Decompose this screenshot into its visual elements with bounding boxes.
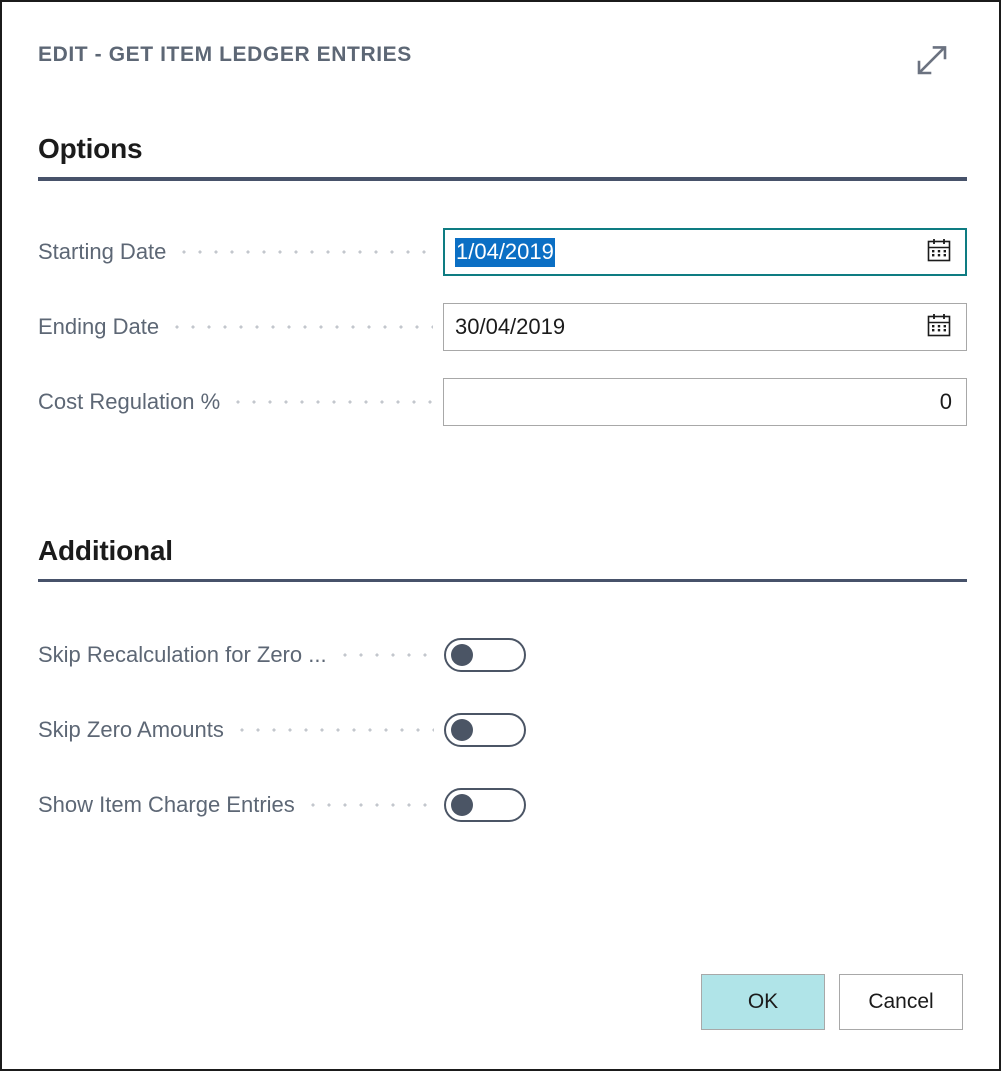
toggle-label-show-item-charge-entries: Show Item Charge Entries (38, 792, 295, 817)
field-row-starting-date: Starting Date 1/04/2019 (38, 228, 967, 276)
field-label-starting-date: Starting Date (38, 239, 167, 264)
calendar-icon[interactable] (926, 237, 952, 268)
expand-icon[interactable] (910, 38, 954, 82)
field-row-cost-regulation: Cost Regulation % 0 (38, 378, 967, 426)
additional-heading: Additional (38, 535, 173, 566)
toggle-knob (451, 794, 473, 816)
additional-section-header: Additional (38, 534, 967, 582)
leader-dots (233, 728, 434, 732)
additional-fields: Skip Recalculation for Zero ... Skip Zer… (38, 631, 526, 829)
options-heading: Options (38, 133, 143, 164)
toggle-label-skip-zero-amounts: Skip Zero Amounts (38, 717, 224, 742)
toggle-skip-zero-amounts[interactable] (444, 713, 526, 747)
leader-dots (176, 250, 433, 254)
leader-dots (336, 653, 434, 657)
toggle-row-skip-recalculation: Skip Recalculation for Zero ... (38, 631, 526, 679)
field-label-ending-date: Ending Date (38, 314, 160, 339)
starting-date-value: 1/04/2019 (455, 237, 555, 267)
toggle-knob (451, 719, 473, 741)
edit-dialog: EDIT - GET ITEM LEDGER ENTRIES Options S… (0, 0, 1001, 1071)
toggle-label-skip-recalculation: Skip Recalculation for Zero ... (38, 642, 327, 667)
cancel-button[interactable]: Cancel (839, 974, 963, 1030)
field-row-ending-date: Ending Date 30/04/2019 (38, 303, 967, 351)
leader-dots (169, 325, 433, 329)
options-divider (38, 177, 967, 181)
starting-date-input[interactable]: 1/04/2019 (443, 228, 967, 276)
ok-button[interactable]: OK (701, 974, 825, 1030)
toggle-knob (451, 644, 473, 666)
leader-dots (304, 803, 434, 807)
cost-regulation-input[interactable]: 0 (443, 378, 967, 426)
leader-dots (230, 400, 433, 404)
dialog-titlebar: EDIT - GET ITEM LEDGER ENTRIES (2, 2, 999, 102)
toggle-row-show-item-charge-entries: Show Item Charge Entries (38, 781, 526, 829)
ending-date-input[interactable]: 30/04/2019 (443, 303, 967, 351)
dialog-title: EDIT - GET ITEM LEDGER ENTRIES (38, 43, 412, 66)
dialog-footer: OK Cancel (38, 974, 963, 1030)
additional-divider (38, 579, 967, 582)
calendar-icon[interactable] (926, 312, 952, 343)
toggle-row-skip-zero-amounts: Skip Zero Amounts (38, 706, 526, 754)
expand-diagonal-icon (917, 46, 947, 75)
options-fields: Starting Date 1/04/2019 Ending Date 30/0… (38, 228, 967, 426)
cost-regulation-value: 0 (939, 389, 952, 414)
ending-date-value: 30/04/2019 (455, 314, 566, 339)
field-label-cost-regulation: Cost Regulation % (38, 389, 221, 414)
toggle-skip-recalculation[interactable] (444, 638, 526, 672)
options-section-header: Options (38, 132, 967, 181)
toggle-show-item-charge-entries[interactable] (444, 788, 526, 822)
